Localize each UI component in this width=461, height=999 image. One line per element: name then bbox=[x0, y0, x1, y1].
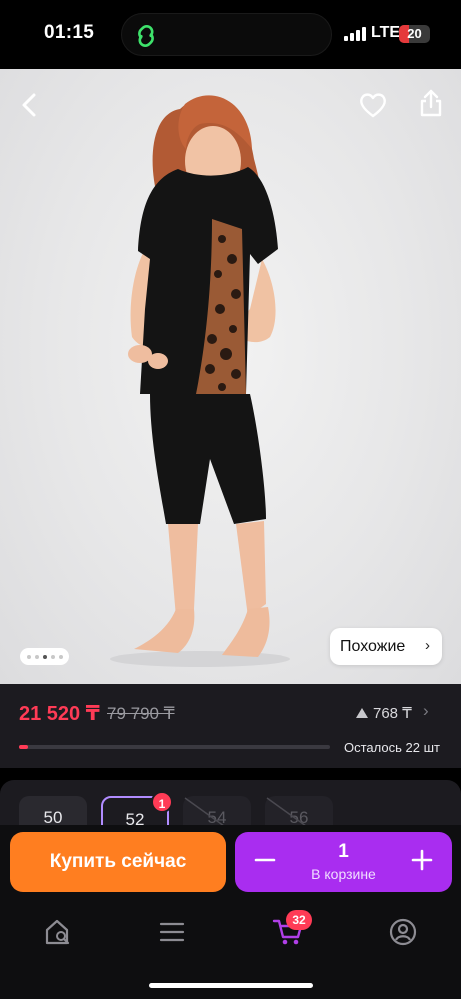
current-price: 21 520 ₸ bbox=[19, 703, 100, 725]
battery-icon: 20 bbox=[399, 25, 430, 43]
status-bar: 01:15 LTE 20 bbox=[0, 0, 461, 69]
pager-dot bbox=[26, 654, 31, 659]
home-indicator bbox=[149, 983, 313, 988]
stock-progress-bar bbox=[19, 745, 330, 749]
product-model-image bbox=[110, 95, 290, 667]
action-bar: Купить сейчас 1 В корзине bbox=[0, 825, 461, 900]
heart-icon bbox=[360, 93, 386, 118]
status-time: 01:15 bbox=[44, 22, 95, 43]
pager-dot bbox=[50, 654, 55, 659]
menu-icon bbox=[159, 922, 185, 942]
price-history-link[interactable]: 768 ₸ bbox=[355, 704, 412, 722]
cart-quantity-control: 1 В корзине bbox=[235, 832, 452, 892]
tab-profile[interactable] bbox=[383, 914, 423, 950]
stock-remaining: Осталось 22 шт bbox=[344, 740, 440, 755]
battery-percent: 20 bbox=[407, 26, 422, 41]
share-button[interactable] bbox=[411, 83, 451, 123]
gallery-pager bbox=[20, 648, 69, 665]
increase-quantity-button[interactable] bbox=[406, 842, 438, 878]
dynamic-island bbox=[121, 13, 332, 56]
price-history-value: 768 ₸ bbox=[373, 705, 412, 722]
pager-dot bbox=[58, 654, 63, 659]
favorite-button[interactable] bbox=[353, 85, 393, 125]
profile-icon bbox=[389, 918, 417, 946]
buy-now-button[interactable]: Купить сейчас bbox=[10, 832, 226, 892]
share-icon bbox=[420, 89, 442, 117]
cart-count-badge: 32 bbox=[286, 910, 312, 930]
product-photo[interactable] bbox=[0, 69, 461, 684]
similar-label: Похожие bbox=[340, 637, 406, 655]
triangle-up-icon bbox=[356, 708, 368, 718]
chevron-left-icon bbox=[22, 93, 36, 117]
selected-size-badge: 1 bbox=[151, 791, 173, 813]
stock-progress-fill bbox=[19, 745, 29, 749]
signal-icon bbox=[344, 27, 366, 41]
similar-button[interactable]: Похожие › bbox=[330, 628, 442, 665]
price-block: 21 520 ₸ 79 790 ₸ 768 ₸ › Осталось 22 шт bbox=[0, 684, 461, 768]
chevron-right-icon[interactable]: › bbox=[423, 701, 429, 721]
green-link-icon bbox=[138, 25, 154, 47]
plus-icon bbox=[411, 849, 433, 871]
network-type: LTE bbox=[371, 24, 401, 41]
tab-catalog[interactable] bbox=[152, 914, 192, 950]
pager-dot bbox=[34, 654, 39, 659]
home-search-icon bbox=[45, 919, 70, 945]
chevron-right-icon: › bbox=[425, 637, 430, 654]
back-button[interactable] bbox=[10, 85, 50, 125]
old-price: 79 790 ₸ bbox=[107, 704, 175, 723]
pager-dot-active bbox=[42, 654, 47, 659]
tab-home[interactable] bbox=[38, 914, 78, 950]
